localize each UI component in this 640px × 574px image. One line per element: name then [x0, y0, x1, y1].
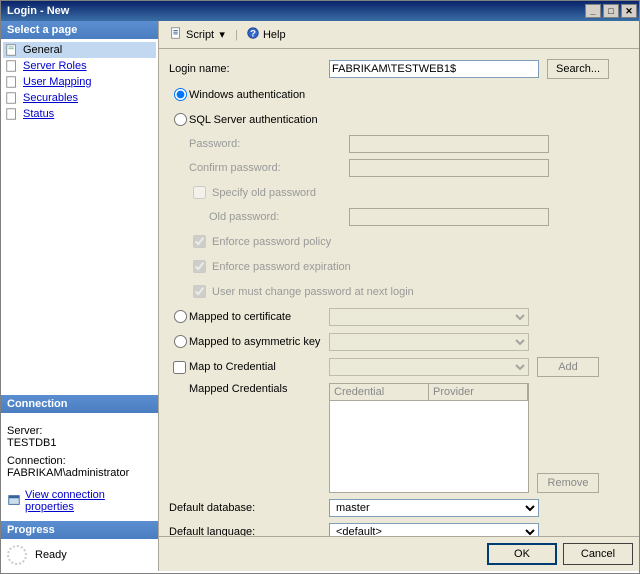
view-connection-properties-link[interactable]: View connection properties — [25, 489, 152, 513]
page-label: Server Roles — [23, 60, 87, 72]
password-input — [349, 135, 549, 153]
page-icon — [5, 43, 19, 57]
mapped-asym-select — [329, 333, 529, 351]
specify-old-password-label: Specify old password — [212, 187, 316, 199]
progress-spinner-icon — [7, 545, 27, 565]
confirm-password-label: Confirm password: — [189, 162, 349, 174]
script-button[interactable]: Script ▾ — [165, 24, 231, 45]
login-name-input[interactable] — [329, 60, 539, 78]
progress-status: Ready — [35, 549, 67, 561]
page-item-securables[interactable]: Securables — [3, 90, 156, 106]
enforce-policy-checkbox — [193, 235, 206, 248]
default-language-select[interactable]: <default> — [329, 523, 539, 536]
col-provider: Provider — [429, 384, 528, 400]
mapped-cert-radio[interactable] — [174, 310, 187, 323]
page-icon — [5, 75, 19, 89]
map-credential-checkbox[interactable] — [173, 361, 186, 374]
mapped-credentials-grid: Credential Provider — [329, 383, 529, 493]
connection-value: FABRIKAM\administrator — [7, 467, 152, 479]
script-dropdown-icon[interactable]: ▾ — [217, 28, 227, 41]
confirm-password-input — [349, 159, 549, 177]
page-label: User Mapping — [23, 76, 91, 88]
must-change-checkbox — [193, 285, 206, 298]
map-credential-select — [329, 358, 529, 376]
page-item-general[interactable]: General — [3, 42, 156, 58]
title-bar: Login - New _ □ ✕ — [1, 1, 639, 21]
mapped-cert-label: Mapped to certificate — [189, 311, 329, 323]
col-credential: Credential — [330, 384, 429, 400]
enforce-expiration-label: Enforce password expiration — [212, 261, 351, 273]
ok-button[interactable]: OK — [487, 543, 557, 565]
close-button[interactable]: ✕ — [621, 4, 637, 18]
page-item-status[interactable]: Status — [3, 106, 156, 122]
map-credential-label: Map to Credential — [189, 361, 329, 373]
connection-label: Connection: — [7, 455, 152, 467]
minimize-button[interactable]: _ — [585, 4, 601, 18]
default-database-label: Default database: — [169, 502, 329, 514]
server-label: Server: — [7, 425, 152, 437]
sql-auth-radio[interactable] — [174, 113, 187, 126]
server-value: TESTDB1 — [7, 437, 152, 449]
default-database-select[interactable]: master — [329, 499, 539, 517]
page-item-user-mapping[interactable]: User Mapping — [3, 74, 156, 90]
specify-old-password-checkbox — [193, 186, 206, 199]
mapped-credentials-label: Mapped Credentials — [169, 383, 329, 395]
enforce-policy-label: Enforce password policy — [212, 236, 331, 248]
select-page-header: Select a page — [1, 21, 158, 39]
connection-header: Connection — [1, 395, 158, 413]
mapped-asym-radio[interactable] — [174, 335, 187, 348]
default-language-label: Default language: — [169, 526, 329, 536]
must-change-label: User must change password at next login — [212, 286, 414, 298]
script-icon — [169, 26, 183, 43]
remove-button: Remove — [537, 473, 599, 493]
windows-auth-label: Windows authentication — [189, 89, 305, 101]
window-title: Login - New — [7, 5, 585, 17]
page-icon — [5, 107, 19, 121]
page-label: Securables — [23, 92, 78, 104]
search-button[interactable]: Search... — [547, 59, 609, 79]
page-label: Status — [23, 108, 54, 120]
cancel-button[interactable]: Cancel — [563, 543, 633, 565]
help-button[interactable]: ? Help — [242, 24, 290, 45]
password-label: Password: — [189, 138, 349, 150]
page-label: General — [23, 44, 62, 56]
add-button: Add — [537, 357, 599, 377]
page-item-server-roles[interactable]: Server Roles — [3, 58, 156, 74]
svg-text:?: ? — [250, 29, 256, 40]
page-icon — [5, 59, 19, 73]
progress-header: Progress — [1, 521, 158, 539]
properties-icon — [7, 493, 21, 510]
mapped-cert-select — [329, 308, 529, 326]
sql-auth-label: SQL Server authentication — [189, 114, 318, 126]
maximize-button[interactable]: □ — [603, 4, 619, 18]
mapped-asym-label: Mapped to asymmetric key — [189, 336, 329, 348]
help-icon: ? — [246, 26, 260, 43]
login-name-label: Login name: — [169, 63, 329, 75]
windows-auth-radio[interactable] — [174, 88, 187, 101]
old-password-label: Old password: — [209, 211, 349, 223]
old-password-input — [349, 208, 549, 226]
enforce-expiration-checkbox — [193, 260, 206, 273]
page-icon — [5, 91, 19, 105]
